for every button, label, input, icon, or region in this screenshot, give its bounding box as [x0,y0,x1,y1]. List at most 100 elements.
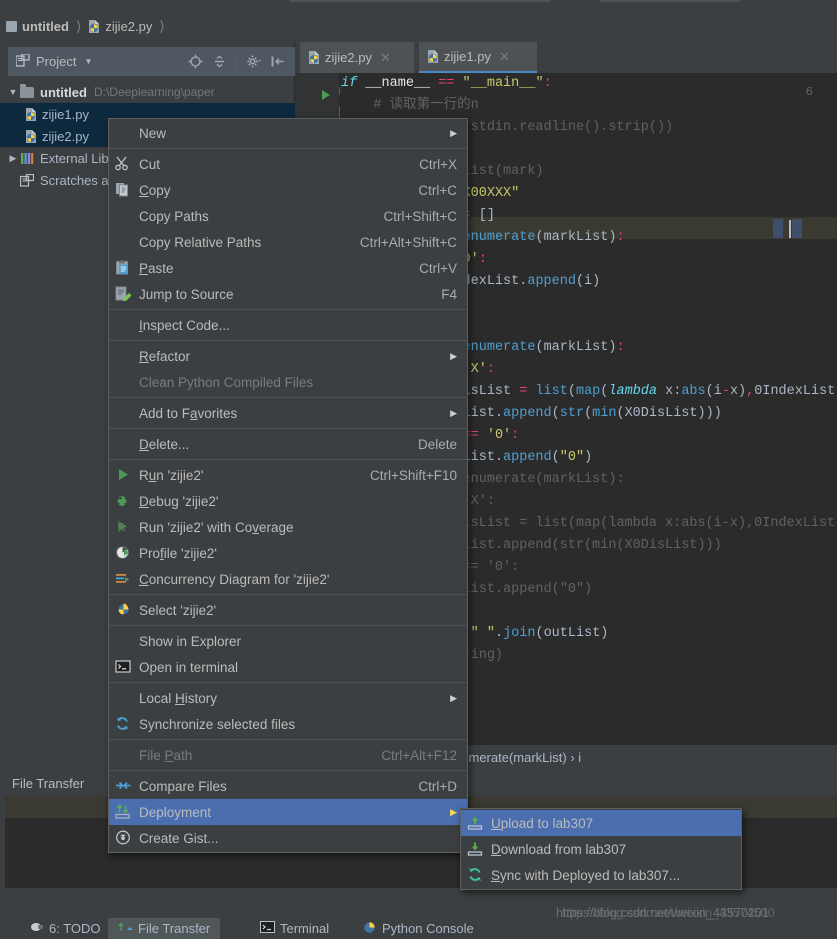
menu-label: Inspect Code... [139,317,230,333]
breadcrumb-label: untitled [22,18,69,34]
upload-icon [467,815,486,832]
context-menu[interactable]: New ▶ Cut Ctrl+X Copy Ctrl+C Copy Paths … [108,118,468,853]
python-file-icon [426,49,440,64]
top-strip [0,0,837,10]
status-tab-python-console[interactable]: Python Console [352,918,484,939]
breadcrumb-item-file[interactable]: zijie2.py [85,14,154,38]
chevron-collapsed-icon[interactable]: ▶ [6,153,20,164]
breadcrumb-separator: ⟩ [75,17,82,34]
menu-shortcut: Ctrl+V [419,260,457,276]
menu-icon-placeholder [115,125,134,142]
chevron-expanded-icon[interactable]: ▼ [6,87,20,97]
menu-item-run-with-coverage[interactable]: Run 'zijie2' with Coverage [109,514,467,540]
menu-item-concurrency-diagram[interactable]: Concurrency Diagram for 'zijie2' [109,566,467,592]
breadcrumb-separator-end: ⟩ [159,17,165,34]
submenu-arrow-icon: ▶ [450,806,457,817]
collapse-all-icon[interactable] [212,54,227,69]
menu-icon-placeholder [115,633,134,650]
menu-item-copy-relative-paths[interactable]: Copy Relative Paths Ctrl+Alt+Shift+C [109,229,467,255]
menu-label: Copy Paths [139,208,209,224]
download-icon [467,841,486,858]
menu-separator [109,340,467,341]
navigation-bar[interactable]: untitled ⟩ zijie2.py ⟩ [0,10,837,42]
menu-icon-placeholder [115,436,134,453]
menu-label: Refactor [139,348,191,364]
run-gutter-icon[interactable] [322,90,330,100]
tab-label: zijie1.py [444,49,491,64]
python-file-icon [87,19,101,34]
status-tab-file-transfer[interactable]: File Transfer [108,918,221,939]
menu-item-local-history[interactable]: Local History ▶ [109,685,467,711]
scratch-icon [19,173,35,187]
concurrency-icon [115,571,134,588]
python-console-icon [362,921,377,937]
menu-label: Synchronize selected files [139,716,296,732]
locate-target-icon[interactable] [188,54,203,69]
menu-item-clean-python-compiled-files: Clean Python Compiled Files [109,369,467,395]
menu-item-new[interactable]: New ▶ [109,120,467,146]
menu-shortcut: F4 [441,286,457,302]
menu-label: Debug 'zijie2' [139,493,219,509]
menu-item-cut[interactable]: Cut Ctrl+X [109,151,467,177]
tab-zijie1[interactable]: zijie1.py ✕ [419,42,537,73]
menu-item-delete[interactable]: Delete... Delete [109,431,467,457]
submenu-item-download[interactable]: Download from lab307 [461,836,741,862]
menu-label: Open in terminal [139,659,239,675]
menu-item-show-in-explorer[interactable]: Show in Explorer [109,628,467,654]
menu-item-compare-files[interactable]: Compare Files Ctrl+D [109,773,467,799]
menu-item-profile[interactable]: Profile 'zijie2' [109,540,467,566]
close-icon[interactable]: ✕ [380,50,391,66]
menu-item-open-in-terminal[interactable]: Open in terminal [109,654,467,680]
menu-item-create-gist[interactable]: Create Gist... [109,825,467,851]
menu-item-deployment[interactable]: Deployment ▶ [109,799,467,825]
menu-item-jump-to-source[interactable]: Jump to Source F4 [109,281,467,307]
menu-label: Select 'zijie2' [139,602,217,618]
watermark-line-b: https://blog.csdn.net/weixin_43574500 [562,906,775,920]
menu-label: Local History [139,690,218,706]
menu-item-synchronize-selected-files[interactable]: Synchronize selected files [109,711,467,737]
menu-separator [109,682,467,683]
debug-icon [115,493,134,510]
gist-icon [115,830,134,847]
chevron-down-icon[interactable]: ▼ [84,57,92,66]
tree-item-label: untitled [40,84,87,100]
submenu-item-upload[interactable]: Upload to lab307 [461,810,741,836]
menu-label: Delete... [139,436,190,452]
menu-item-copy[interactable]: Copy Ctrl+C [109,177,467,203]
menu-item-paste[interactable]: Paste Ctrl+V [109,255,467,281]
menu-label: Cut [139,156,161,172]
project-panel-header[interactable]: Project ▼ [8,47,295,76]
submenu-label: Sync with Deployed to lab307... [491,867,681,883]
submenu-arrow-icon: ▶ [450,407,457,418]
settings-gear-icon[interactable] [246,54,261,69]
submenu-item-sync[interactable]: Sync with Deployed to lab307... [461,862,741,888]
profile-icon [115,545,134,562]
status-tab-terminal[interactable]: Terminal [250,918,339,939]
menu-item-run[interactable]: Run 'zijie2' Ctrl+Shift+F10 [109,462,467,488]
deployment-submenu[interactable]: Upload to lab307 Download from lab307 Sy… [460,808,742,890]
menu-item-add-to-favorites[interactable]: Add to Favorites ▶ [109,400,467,426]
project-panel-title: Project [36,54,77,69]
tree-row-project-root[interactable]: ▼ untitled D:\Deeplearning\paper [0,81,295,103]
module-icon [6,20,17,32]
tab-zijie2[interactable]: zijie2.py ✕ [300,42,414,73]
close-icon[interactable]: ✕ [499,49,510,65]
menu-label: Run 'zijie2' [139,467,204,483]
menu-item-select[interactable]: Select 'zijie2' [109,597,467,623]
tab-label: zijie2.py [325,50,372,65]
menu-item-inspect-code[interactable]: Inspect Code... [109,312,467,338]
status-bar: 6: TODO File Transfer Terminal Python Co… [0,918,837,939]
menu-shortcut: Ctrl+Alt+F12 [381,747,457,763]
menu-item-file-path: File Path Ctrl+Alt+F12 [109,742,467,768]
menu-label: Jump to Source [139,286,234,302]
menu-item-debug[interactable]: Debug 'zijie2' [109,488,467,514]
project-view-icon [15,52,30,70]
breadcrumb-item-module[interactable]: untitled [4,14,71,38]
menu-item-refactor[interactable]: Refactor ▶ [109,343,467,369]
hide-panel-icon[interactable] [270,54,285,69]
menu-item-copy-paths[interactable]: Copy Paths Ctrl+Shift+C [109,203,467,229]
sync-icon [467,867,486,884]
menu-separator [109,309,467,310]
copy-icon [115,182,134,199]
status-tab-todo[interactable]: 6: TODO [20,918,111,939]
